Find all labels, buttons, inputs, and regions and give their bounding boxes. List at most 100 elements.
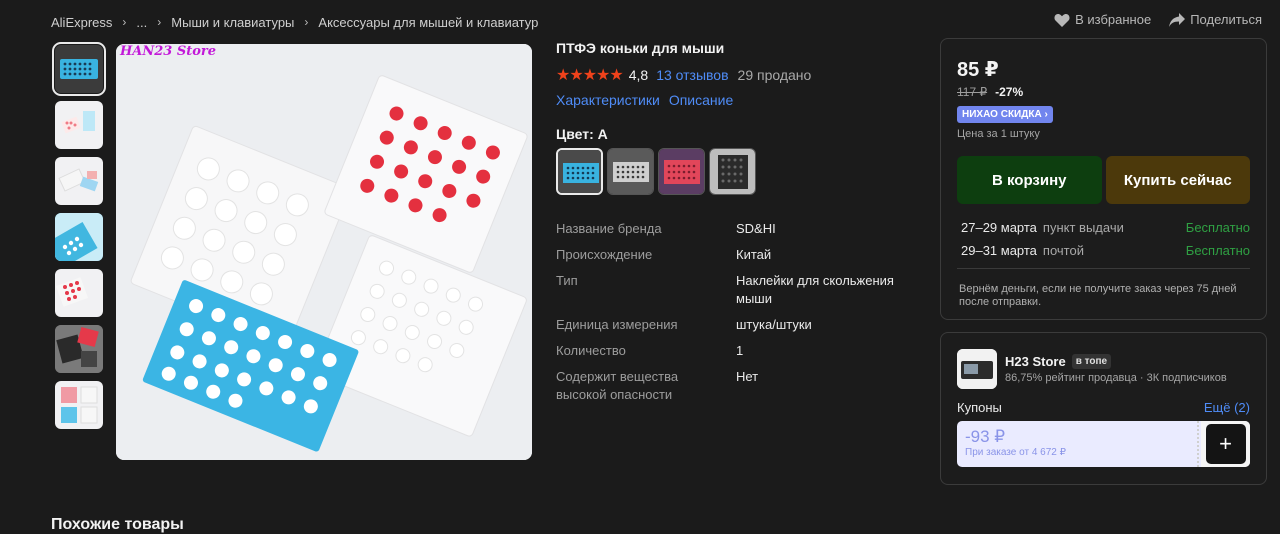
thumbnail-1[interactable]: [52, 42, 106, 96]
thumbnail-3[interactable]: [55, 157, 103, 205]
color-variants: [556, 148, 926, 195]
variant-image: [558, 150, 601, 193]
spec-key: Содержит вещества высокой опасности: [556, 369, 679, 402]
buy-now-button[interactable]: Купить сейчас: [1105, 156, 1250, 204]
product-title: ПТФЭ коньки для мыши: [556, 40, 725, 56]
product-photo: [116, 44, 532, 460]
coupon-card: -93 ₽ При заказе от 4 672 ₽ +: [957, 421, 1250, 467]
chevron-right-icon: ›: [157, 15, 162, 29]
claim-coupon-button[interactable]: +: [1205, 424, 1246, 464]
spec-value: SD&HI: [736, 221, 776, 236]
product-info: ПТФЭ коньки для мыши ★★★★★ 4,8 13 отзыво…: [556, 38, 926, 412]
coupons-title: Купоны: [957, 400, 1002, 415]
spec-value: 1: [736, 343, 744, 358]
favorite-label: В избранное: [1075, 12, 1152, 27]
rating-value: 4,8: [628, 67, 649, 83]
variant-c[interactable]: [658, 148, 705, 195]
delivery-date: 27–29 марта: [961, 220, 1037, 235]
variant-image: [608, 149, 653, 194]
refund-note: Вернём деньги, если не получите заказ че…: [959, 283, 1237, 308]
heart-icon: [1054, 13, 1070, 27]
variant-b[interactable]: [607, 148, 654, 195]
old-price-row: 117 ₽ -27%: [957, 85, 1250, 99]
description-link[interactable]: Описание: [669, 92, 733, 108]
spec-key: Единица измерения: [556, 317, 678, 332]
breadcrumb-item-aliexpress[interactable]: AliExpress: [51, 15, 112, 30]
thumbnail-image: [56, 277, 88, 307]
top-actions: В избранное Поделиться: [1054, 12, 1262, 27]
thumbnail-7[interactable]: [55, 381, 103, 429]
promo-badge[interactable]: НИХАО СКИДКА ›: [957, 106, 1053, 123]
spec-row: Тип Наклейки для скольжения мыши: [556, 272, 926, 308]
spec-row: Название бренда SD&HI: [556, 220, 926, 238]
variant-a[interactable]: [556, 148, 603, 195]
color-label: Цвет: A: [556, 126, 608, 142]
spec-row: Единица измерения штука/штуки: [556, 316, 926, 334]
sold-count: 29 продано: [737, 67, 812, 83]
chevron-right-icon: ›: [122, 15, 127, 29]
product-links: Характеристики Описание: [556, 92, 926, 108]
thumbnail-image: [55, 213, 103, 261]
divider: [957, 268, 1250, 269]
favorite-button[interactable]: В избранное: [1054, 12, 1151, 27]
breadcrumb-item-ellipsis[interactable]: ...: [136, 15, 147, 30]
delivery-options: 27–29 марта пункт выдачи Бесплатно 29–31…: [957, 216, 1250, 262]
store-box: H23 Store в топе 86,75% рейтинг продавца…: [940, 332, 1267, 485]
delivery-method: почтой: [1042, 243, 1084, 258]
store-logo: [957, 349, 997, 389]
discount-percent: -27%: [995, 85, 1024, 99]
thumbnail-image: [58, 168, 99, 192]
spec-row: Количество 1: [556, 342, 926, 360]
top-store-badge: в топе: [1071, 354, 1112, 369]
spec-row: Содержит вещества высокой опасности Нет: [556, 368, 926, 404]
similar-products-title: Похожие товары: [51, 516, 184, 533]
thumbnail-image: [55, 325, 103, 373]
spec-list: Название бренда SD&HI Происхождение Кита…: [556, 220, 926, 404]
spec-value: Наклейки для скольжения мыши: [736, 273, 894, 306]
thumbnail-6[interactable]: [55, 325, 103, 373]
old-price: 117 ₽: [957, 85, 988, 99]
breadcrumb-item-accessories[interactable]: Аксессуары для мышей и клавиатур: [318, 15, 538, 30]
coupons-header: Купоны Ещё (2): [957, 400, 1250, 415]
thumbnail-2[interactable]: [55, 101, 103, 149]
store-logo-image: [957, 349, 997, 389]
delivery-row[interactable]: 27–29 марта пункт выдачи Бесплатно: [957, 216, 1250, 239]
thumbnail-4[interactable]: [55, 213, 103, 261]
spec-key: Название бренда: [556, 221, 662, 236]
variant-image: [659, 149, 704, 194]
store-meta: 86,75% рейтинг продавца · 3К подписчиков: [1005, 372, 1227, 384]
spec-value: Китай: [736, 247, 772, 262]
spec-key: Происхождение: [556, 247, 653, 262]
per-unit-note: Цена за 1 штуку: [957, 128, 1040, 140]
store-watermark: HAN23 Store: [120, 44, 217, 59]
spec-value: Нет: [736, 369, 759, 384]
thumbnail-5[interactable]: [55, 269, 103, 317]
spec-key: Тип: [556, 273, 578, 288]
delivery-row[interactable]: 29–31 марта почтой Бесплатно: [957, 239, 1250, 262]
specs-link[interactable]: Характеристики: [556, 92, 660, 108]
more-coupons-link[interactable]: Ещё (2): [1204, 400, 1250, 415]
spec-key: Количество: [556, 343, 626, 358]
share-icon: [1169, 12, 1186, 27]
main-product-image[interactable]: HAN23 Store: [116, 44, 532, 460]
delivery-date: 29–31 марта: [961, 243, 1037, 258]
spec-row: Происхождение Китай: [556, 246, 926, 264]
add-to-cart-button[interactable]: В корзину: [957, 156, 1102, 204]
spec-value: штука/штуки: [736, 317, 812, 332]
share-button[interactable]: Поделиться: [1169, 12, 1262, 27]
buy-box: 85 ₽ 117 ₽ -27% НИХАО СКИДКА › Цена за 1…: [940, 38, 1267, 320]
breadcrumb-item-mice-keyboards[interactable]: Мыши и клавиатуры: [171, 15, 294, 30]
store-header[interactable]: H23 Store в топе 86,75% рейтинг продавца…: [957, 349, 1250, 389]
price: 85 ₽: [957, 59, 999, 81]
star-rating-icon: ★★★★★: [556, 67, 624, 84]
thumbnail-list: [52, 42, 106, 437]
delivery-price: Бесплатно: [1185, 220, 1250, 235]
purchase-buttons: В корзину Купить сейчас: [957, 156, 1250, 204]
delivery-price: Бесплатно: [1185, 243, 1250, 258]
variant-image: [710, 149, 755, 194]
breadcrumb: AliExpress › ... › Мыши и клавиатуры › А…: [51, 12, 538, 32]
reviews-link[interactable]: 13 отзывов: [656, 67, 728, 83]
thumbnail-image: [61, 386, 98, 424]
store-name: H23 Store: [1005, 354, 1066, 369]
variant-d[interactable]: [709, 148, 756, 195]
